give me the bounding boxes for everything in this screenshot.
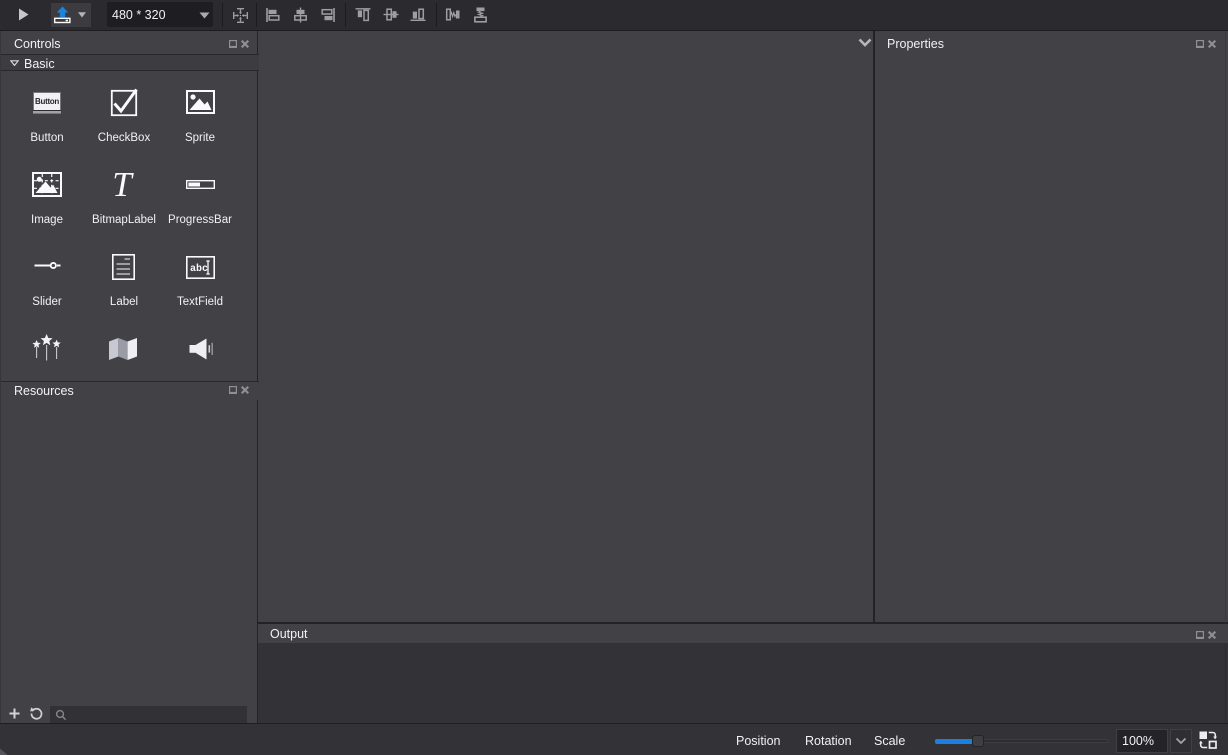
svg-text:abc: abc — [190, 263, 208, 275]
